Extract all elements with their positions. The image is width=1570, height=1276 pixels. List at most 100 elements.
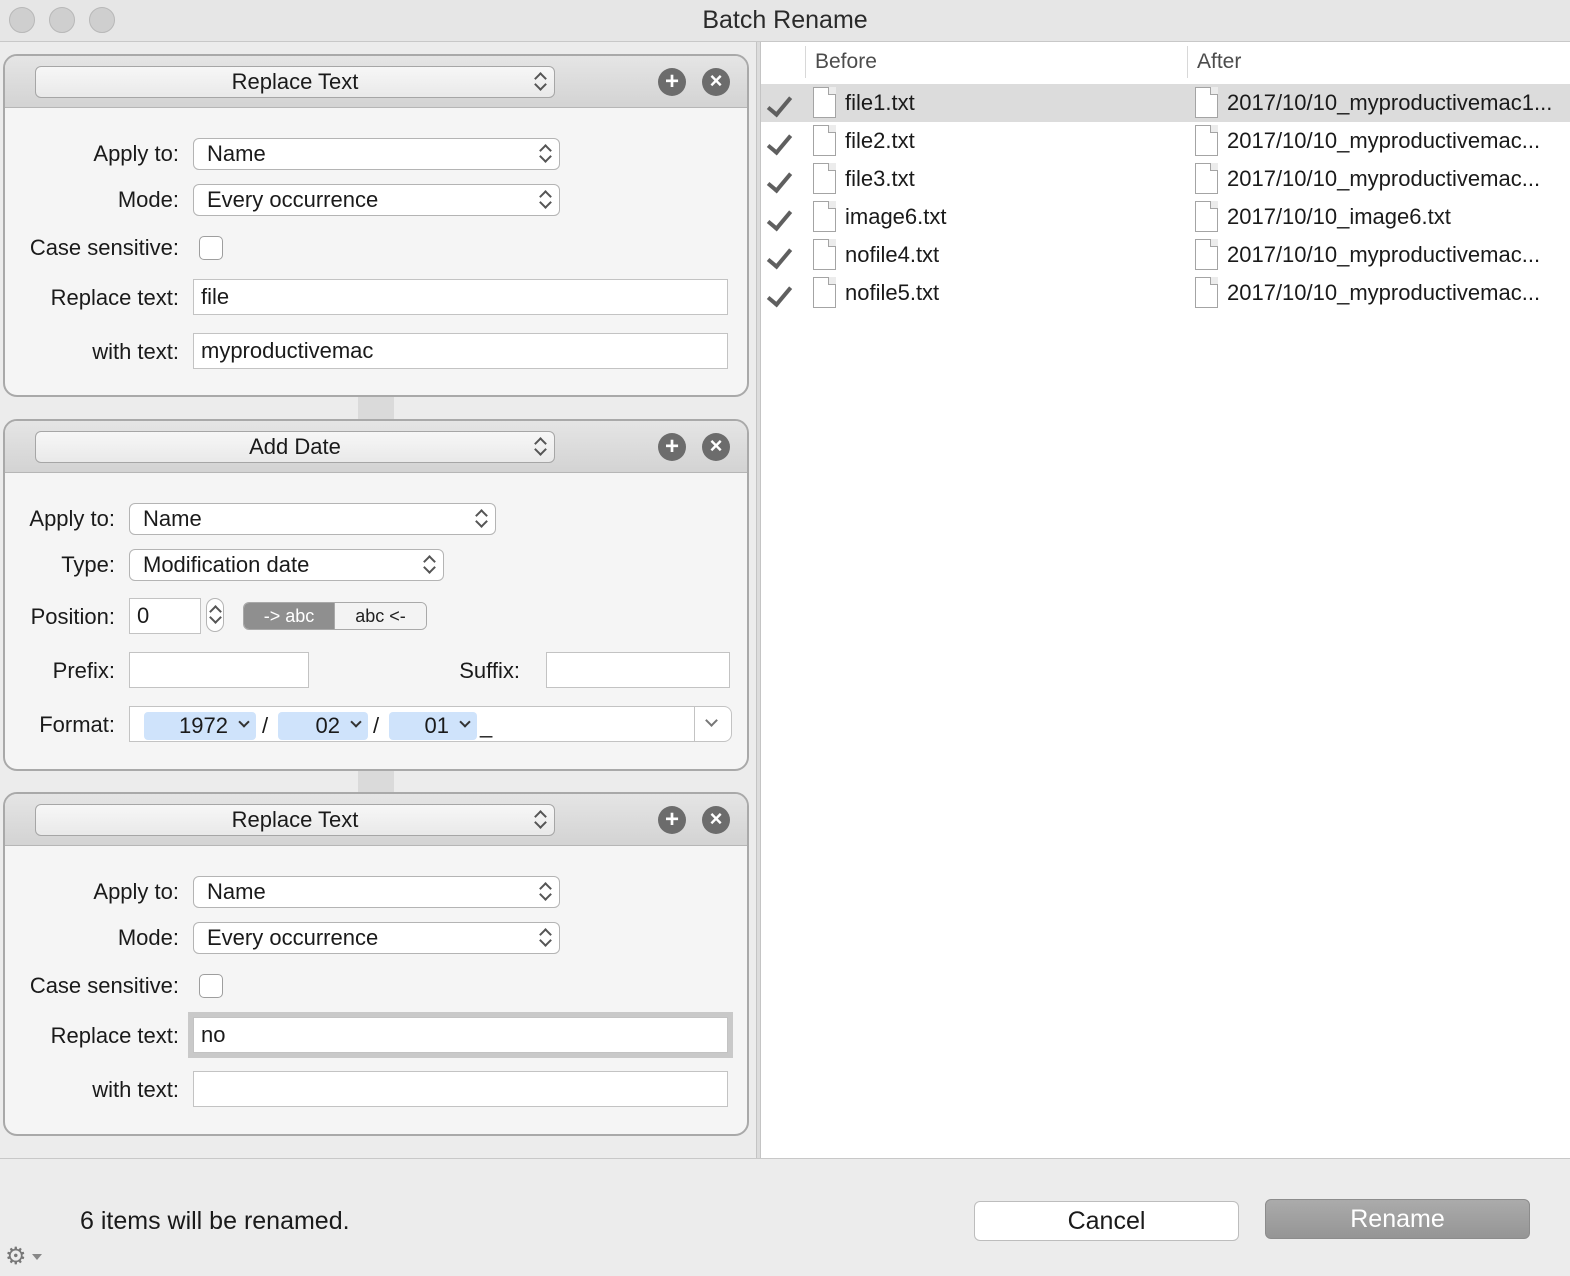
checkmark-icon[interactable] [766,128,793,156]
chevron-down-icon [459,716,471,728]
column-divider [805,46,806,78]
rule-header: Replace Text + × [5,56,747,108]
updown-arrows-icon [539,143,551,165]
prefix-field[interactable] [129,652,309,688]
mode-select[interactable]: Every occurrence [193,922,560,954]
apply-to-select[interactable]: Name [193,138,560,170]
remove-rule-icon[interactable]: × [702,68,730,96]
rename-button[interactable]: Rename [1265,1199,1530,1239]
checkmark-icon[interactable] [766,90,793,118]
replace-text-label: Replace text: [50,1023,179,1048]
suffix-field[interactable] [546,652,730,688]
footer-bar: 6 items will be renamed. Cancel Rename ⚙ [0,1158,1570,1276]
table-row[interactable]: nofile5.txt 2017/10/10_myproductivemac..… [761,274,1570,312]
remove-rule-icon[interactable]: × [702,806,730,834]
document-icon [1195,201,1218,232]
date-type-select[interactable]: Modification date [129,549,444,581]
document-icon [1195,125,1218,156]
mode-select[interactable]: Every occurrence [193,184,560,216]
table-row[interactable]: file3.txt 2017/10/10_myproductivemac... [761,160,1570,198]
checkmark-icon[interactable] [766,204,793,232]
updown-arrows-icon [475,508,487,530]
with-text-label: with text: [92,1077,179,1102]
add-rule-icon[interactable]: + [658,68,686,96]
updown-arrows-icon [539,927,551,949]
format-token-year[interactable]: 1972 [144,712,256,740]
apply-to-label: Apply to: [93,879,179,904]
day-token-value: 01 [424,713,449,738]
apply-to-select[interactable]: Name [129,503,496,535]
column-header-after[interactable]: After [1197,42,1241,82]
mode-value: Every occurrence [207,187,379,212]
apply-to-label: Apply to: [29,506,115,531]
updown-arrows-icon [539,881,551,903]
case-sensitive-checkbox[interactable] [199,236,223,260]
suffix-label: Suffix: [459,658,520,683]
document-icon [813,163,836,194]
format-separator: / [262,713,269,738]
format-token-day[interactable]: 01 [389,712,477,740]
before-name: file1.txt [845,90,915,115]
add-rule-icon[interactable]: + [658,806,686,834]
rename-preview-table: Before After file1.txt 2017/10/10_myprod… [761,42,1570,1158]
format-separator: / [373,713,380,738]
replace-text-label: Replace text: [50,285,179,310]
month-token-value: 02 [315,713,340,738]
before-name: file3.txt [845,166,915,191]
format-token-month[interactable]: 02 [278,712,368,740]
remove-rule-icon[interactable]: × [702,433,730,461]
table-row[interactable]: image6.txt 2017/10/10_image6.txt [761,198,1570,236]
document-icon [813,87,836,118]
add-rule-icon[interactable]: + [658,433,686,461]
with-text-field[interactable] [193,1071,728,1107]
checkmark-icon[interactable] [766,242,793,270]
rule-type-select[interactable]: Replace Text [35,804,555,836]
table-row[interactable]: nofile4.txt 2017/10/10_myproductivemac..… [761,236,1570,274]
column-header-before[interactable]: Before [815,42,877,82]
rules-panel: Replace Text + × Apply to: Name Mode: Ev… [0,42,756,1158]
updown-arrows-icon [534,436,546,458]
before-name: file2.txt [845,128,915,153]
rule-type-select[interactable]: Add Date [35,431,555,463]
replace-text-field[interactable]: no [188,1012,733,1058]
case-sensitive-checkbox[interactable] [199,974,223,998]
cancel-button[interactable]: Cancel [974,1201,1239,1241]
rule-type-select[interactable]: Replace Text [35,66,555,98]
prefix-label: Prefix: [52,658,115,683]
replace-text-field[interactable]: file [193,279,728,315]
segment-before-name[interactable]: -> abc [244,603,334,629]
table-row[interactable]: file1.txt 2017/10/10_myproductivemac1... [761,84,1570,122]
before-name: nofile4.txt [845,242,940,267]
position-direction-segmented[interactable]: -> abc abc <- [243,602,427,630]
position-field[interactable]: 0 [129,598,201,634]
before-name: image6.txt [845,204,947,229]
format-menu-button[interactable] [694,706,732,742]
checkmark-icon[interactable] [766,166,793,194]
mode-label: Mode: [117,187,179,212]
mode-value: Every occurrence [207,925,379,950]
after-name: 2017/10/10_myproductivemac... [1227,280,1541,305]
mode-label: Mode: [117,925,179,950]
apply-to-select[interactable]: Name [193,876,560,908]
table-row[interactable]: file2.txt 2017/10/10_myproductivemac... [761,122,1570,160]
format-field[interactable]: 1972 / 02 / 01 _ [129,706,695,742]
chevron-down-icon [705,714,718,727]
segment-after-name[interactable]: abc <- [334,603,426,629]
apply-to-label: Apply to: [93,141,179,166]
date-type-value: Modification date [143,552,310,577]
updown-arrows-icon [423,554,435,576]
gear-icon[interactable]: ⚙ [5,1244,27,1270]
document-icon [1195,87,1218,118]
position-label: Position: [30,604,115,629]
with-text-field[interactable]: myproductivemac [193,333,728,369]
rule-header: Add Date + × [5,421,747,473]
rule-add-date: Add Date + × Apply to: Name Type: Modifi… [3,419,749,771]
position-stepper[interactable] [206,598,224,632]
status-text: 6 items will be renamed. [80,1207,350,1235]
checkmark-icon[interactable] [766,280,793,308]
document-icon [813,125,836,156]
window-title: Batch Rename [702,6,868,34]
after-name: 2017/10/10_myproductivemac... [1227,128,1541,153]
rule-type-value: Add Date [249,434,341,459]
case-sensitive-label: Case sensitive: [29,973,179,998]
